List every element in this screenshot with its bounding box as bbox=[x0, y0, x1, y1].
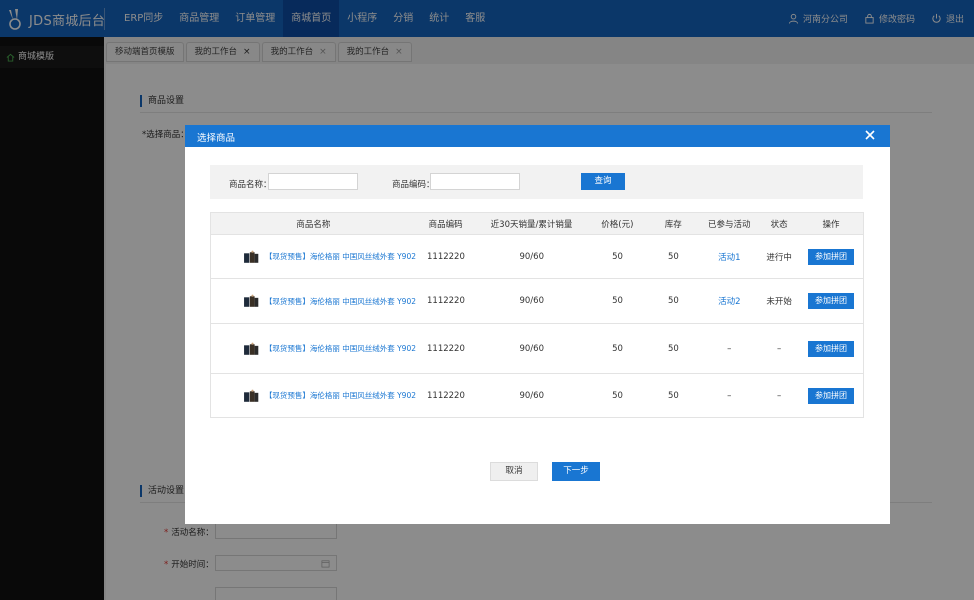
product-thumbnail[interactable] bbox=[243, 336, 259, 362]
sales-count: 90/60 bbox=[519, 390, 544, 401]
status-text: – bbox=[777, 343, 782, 354]
column-header-sales: 近30天销量/累计销量 bbox=[490, 219, 573, 230]
close-icon[interactable] bbox=[864, 129, 876, 141]
status-text: 进行中 bbox=[766, 252, 792, 263]
dialog-title: 选择商品 bbox=[197, 133, 236, 144]
product-thumbnail[interactable] bbox=[243, 383, 259, 409]
table-row: 【现货预售】海伦格丽 中国风丝绒外套 Y902 1112220 90/60 50… bbox=[211, 235, 863, 279]
activity-link[interactable]: 活动1 bbox=[699, 251, 759, 263]
column-header-code: 商品编码 bbox=[428, 219, 463, 230]
price: 50 bbox=[612, 390, 623, 401]
join-group-buy-button[interactable]: 参加拼团 bbox=[808, 340, 855, 357]
product-name-link[interactable]: 【现货预售】海伦格丽 中国风丝绒外套 Y902 bbox=[265, 296, 416, 307]
product-name-input[interactable] bbox=[268, 173, 358, 190]
product-table: 商品名称 商品编码 近30天销量/累计销量 价格(元) 库存 已参与活动 状态 … bbox=[210, 212, 864, 418]
product-name-link[interactable]: 【现货预售】海伦格丽 中国风丝绒外套 Y902 bbox=[265, 343, 416, 354]
price: 50 bbox=[612, 343, 623, 354]
sales-count: 90/60 bbox=[519, 296, 544, 306]
product-name-label: 商品名称： bbox=[229, 180, 272, 190]
table-row: 【现货预售】海伦格丽 中国风丝绒外套 Y902 1112220 90/60 50… bbox=[211, 374, 863, 417]
status-text: – bbox=[777, 390, 782, 401]
dialog-header: 选择商品 bbox=[185, 125, 890, 147]
table-row: 【现货预售】海伦格丽 中国风丝绒外套 Y902 1112220 90/60 50… bbox=[211, 279, 863, 324]
join-group-buy-button[interactable]: 参加拼团 bbox=[808, 387, 855, 404]
status-text: 未开始 bbox=[766, 297, 792, 307]
query-button[interactable]: 查询 bbox=[581, 173, 625, 190]
product-thumbnail[interactable] bbox=[243, 288, 259, 314]
product-code: 1112220 bbox=[427, 251, 465, 262]
column-header-action: 操作 bbox=[822, 219, 840, 230]
table-header: 商品名称 商品编码 近30天销量/累计销量 价格(元) 库存 已参与活动 状态 … bbox=[211, 213, 863, 235]
product-code-input[interactable] bbox=[430, 173, 520, 190]
price: 50 bbox=[612, 296, 623, 306]
product-code-label: 商品编码： bbox=[392, 180, 435, 190]
product-name-link[interactable]: 【现货预售】海伦格丽 中国风丝绒外套 Y902 bbox=[265, 390, 416, 401]
product-cell: 【现货预售】海伦格丽 中国风丝绒外套 Y902 bbox=[211, 244, 416, 270]
next-step-button[interactable]: 下一步 bbox=[552, 462, 600, 481]
product-code: 1112220 bbox=[427, 343, 465, 354]
join-group-buy-button[interactable]: 参加拼团 bbox=[808, 293, 855, 309]
product-cell: 【现货预售】海伦格丽 中国风丝绒外套 Y902 bbox=[211, 383, 416, 409]
activity-text: – bbox=[727, 343, 732, 354]
stock: 50 bbox=[668, 251, 679, 262]
column-header-name: 商品名称 bbox=[296, 219, 331, 230]
sales-count: 90/60 bbox=[519, 251, 544, 262]
column-header-activity: 已参与活动 bbox=[707, 219, 751, 230]
activity-link[interactable]: 活动2 bbox=[699, 295, 759, 307]
product-name-link[interactable]: 【现货预售】海伦格丽 中国风丝绒外套 Y902 bbox=[265, 251, 416, 262]
select-product-dialog: 选择商品 商品名称： 商品编码： 查询 商品名称 商品编码 近30天销量/累计销… bbox=[185, 125, 890, 524]
sales-count: 90/60 bbox=[519, 343, 544, 354]
product-code: 1112220 bbox=[427, 296, 465, 306]
product-cell: 【现货预售】海伦格丽 中国风丝绒外套 Y902 bbox=[211, 288, 416, 314]
price: 50 bbox=[612, 251, 623, 262]
column-header-stock: 库存 bbox=[664, 219, 682, 230]
stock: 50 bbox=[668, 390, 679, 401]
product-thumbnail[interactable] bbox=[243, 244, 259, 270]
table-row: 【现货预售】海伦格丽 中国风丝绒外套 Y902 1112220 90/60 50… bbox=[211, 324, 863, 374]
stock: 50 bbox=[668, 296, 679, 306]
search-panel: 商品名称： 商品编码： 查询 bbox=[210, 165, 863, 199]
column-header-price: 价格(元) bbox=[601, 219, 634, 230]
join-group-buy-button[interactable]: 参加拼团 bbox=[808, 248, 855, 265]
cancel-button[interactable]: 取消 bbox=[490, 462, 538, 481]
product-cell: 【现货预售】海伦格丽 中国风丝绒外套 Y902 bbox=[211, 336, 416, 362]
column-header-status: 状态 bbox=[770, 219, 788, 230]
activity-text: – bbox=[727, 390, 732, 401]
product-code: 1112220 bbox=[427, 390, 465, 401]
stock: 50 bbox=[668, 343, 679, 354]
